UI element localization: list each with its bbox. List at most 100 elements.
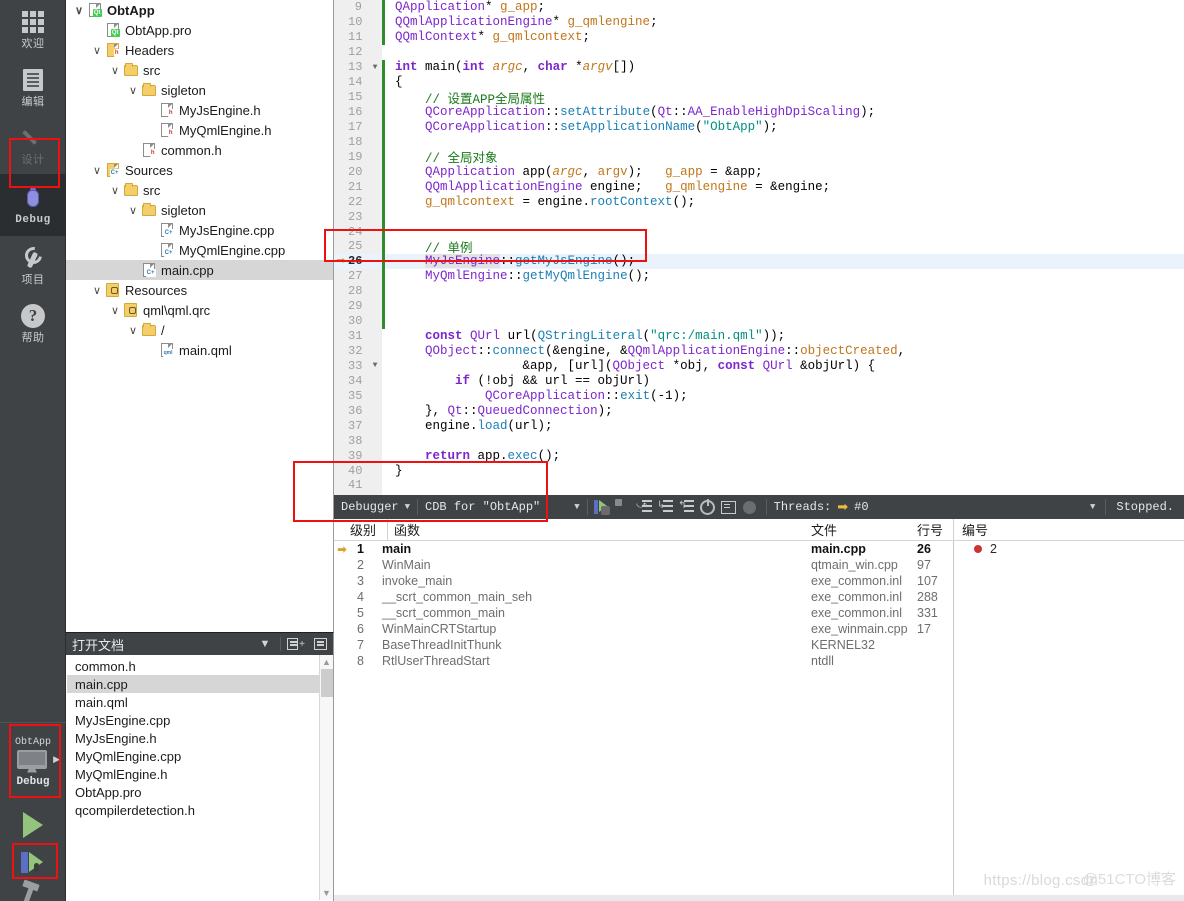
- stack-frame-row[interactable]: 8 RtlUserThreadStart ntdll: [334, 653, 953, 669]
- code-line[interactable]: 22 g_qmlcontext = engine.rootContext();: [334, 194, 1184, 210]
- chevron-down-icon[interactable]: ▼: [256, 635, 274, 653]
- sidebar-item-welcome[interactable]: 欢迎: [0, 0, 66, 58]
- chevron-down-icon[interactable]: [108, 60, 122, 80]
- open-document-item[interactable]: main.qml: [67, 693, 319, 711]
- breakpoint-row[interactable]: 2: [954, 541, 1184, 557]
- code-line[interactable]: 21 QQmlApplicationEngine engine; g_qmlen…: [334, 179, 1184, 195]
- open-document-item[interactable]: ObtApp.pro: [67, 783, 319, 801]
- open-document-item[interactable]: MyJsEngine.h: [67, 729, 319, 747]
- stop-debugger-icon[interactable]: [613, 497, 634, 517]
- tree-item[interactable]: src: [66, 180, 333, 200]
- sidebar-item-projects[interactable]: 项目: [0, 236, 66, 294]
- sidebar-item-debug[interactable]: Debug: [0, 174, 66, 236]
- stack-header-file[interactable]: 文件: [811, 520, 917, 539]
- chevron-down-icon[interactable]: [72, 0, 86, 20]
- chevron-down-icon[interactable]: [108, 180, 122, 200]
- tree-item[interactable]: C+ main.cpp: [66, 260, 333, 280]
- stack-view[interactable]: 级别 函数 文件 行号 ➡ 1 main main.cpp 26 2 WinMain qtma…: [334, 519, 954, 901]
- stack-frame-row[interactable]: 7 BaseThreadInitThunk KERNEL32: [334, 637, 953, 653]
- code-line[interactable]: ➡ 26 MyJsEngine::getMyJsEngine();: [334, 253, 1184, 269]
- continue-debug-icon[interactable]: [592, 497, 613, 517]
- step-out-icon[interactable]: ↰: [676, 497, 697, 517]
- tree-item[interactable]: src: [66, 60, 333, 80]
- code-line[interactable]: 23: [334, 209, 1184, 225]
- tree-item[interactable]: C+Sources: [66, 160, 333, 180]
- open-document-item[interactable]: main.cpp: [67, 675, 319, 693]
- code-line[interactable]: 31 const QUrl url(QStringLiteral("qrc:/m…: [334, 329, 1184, 344]
- sidebar-item-edit[interactable]: 编辑: [0, 58, 66, 116]
- chevron-down-icon[interactable]: [90, 280, 104, 300]
- stack-header-level[interactable]: 级别: [350, 520, 386, 539]
- stack-rows[interactable]: ➡ 1 main main.cpp 26 2 WinMain qtmain_win.cpp 97…: [334, 541, 953, 669]
- fold-toggle-icon[interactable]: ▼: [368, 63, 382, 72]
- open-document-item[interactable]: common.h: [67, 657, 319, 675]
- code-line[interactable]: 38: [334, 433, 1184, 448]
- code-line[interactable]: 29: [334, 298, 1184, 314]
- step-into-icon[interactable]: ↳: [655, 497, 676, 517]
- code-line[interactable]: 33 ▼ &app, [url](QObject *obj, const QUrl…: [334, 359, 1184, 374]
- open-documents-scrollbar[interactable]: ▲ ▼: [319, 655, 333, 900]
- tree-item[interactable]: Qt ObtApp.pro: [66, 20, 333, 40]
- tree-item[interactable]: /: [66, 320, 333, 340]
- code-line[interactable]: 17 QCoreApplication::setApplicationName(…: [334, 119, 1184, 135]
- execution-pointer-icon[interactable]: ➡: [334, 254, 348, 268]
- chevron-down-icon[interactable]: [108, 300, 122, 320]
- code-line[interactable]: 27 MyQmlEngine::getMyQmlEngine();: [334, 268, 1184, 284]
- code-line[interactable]: 15 // 设置APP全局属性: [334, 89, 1184, 107]
- chevron-down-icon[interactable]: [126, 200, 140, 220]
- code-line[interactable]: 32 QObject::connect(&engine, &QQmlApplic…: [334, 344, 1184, 359]
- build-button[interactable]: [0, 880, 66, 901]
- code-line[interactable]: 40}: [334, 463, 1184, 478]
- open-document-item[interactable]: MyJsEngine.cpp: [67, 711, 319, 729]
- stack-frame-row[interactable]: 3 invoke_main exe_common.inl 107: [334, 573, 953, 589]
- chevron-down-icon[interactable]: [90, 160, 104, 180]
- code-line[interactable]: 30: [334, 313, 1184, 329]
- tree-item[interactable]: h MyQmlEngine.h: [66, 120, 333, 140]
- stack-frame-row[interactable]: 4 __scrt_common_main_seh exe_common.inl 288: [334, 589, 953, 605]
- code-line[interactable]: 9 QApplication* g_app;: [334, 0, 1184, 15]
- tree-item[interactable]: qml main.qml: [66, 340, 333, 360]
- chevron-down-icon[interactable]: [126, 80, 140, 100]
- tree-item[interactable]: sigleton: [66, 200, 333, 220]
- stack-header-line[interactable]: 行号: [917, 520, 953, 539]
- code-line[interactable]: 37 engine.load(url);: [334, 418, 1184, 433]
- code-line[interactable]: 36 }, Qt::QueuedConnection);: [334, 403, 1184, 418]
- chevron-down-icon[interactable]: ▼: [405, 502, 410, 512]
- sidebar-item-design[interactable]: 设计: [0, 116, 66, 174]
- sidebar-item-help[interactable]: ? 帮助: [0, 294, 66, 352]
- stack-frame-row[interactable]: 5 __scrt_common_main exe_common.inl 331: [334, 605, 953, 621]
- breakpoints-view[interactable]: 编号 2: [954, 519, 1184, 901]
- code-line[interactable]: 19 // 全局对象: [334, 149, 1184, 166]
- debugger-engine-selector[interactable]: CDB for "ObtApp" ▼: [418, 495, 587, 519]
- code-line[interactable]: 35 QCoreApplication::exit(-1);: [334, 388, 1184, 403]
- tree-item[interactable]: sigleton: [66, 80, 333, 100]
- tree-item[interactable]: C+ MyQmlEngine.cpp: [66, 240, 333, 260]
- record-icon[interactable]: [739, 497, 760, 517]
- tree-item[interactable]: QtObtApp: [66, 0, 333, 20]
- chevron-down-icon[interactable]: ▼: [574, 502, 579, 512]
- chevron-down-icon[interactable]: [126, 320, 140, 340]
- code-line[interactable]: 16 QCoreApplication::setAttribute(Qt::AA…: [334, 104, 1184, 120]
- open-documents-list[interactable]: common.h main.cpp main.qml MyJsEngine.cpp My…: [67, 655, 319, 900]
- tree-item[interactable]: h MyJsEngine.h: [66, 100, 333, 120]
- reset-debugger-icon[interactable]: [697, 497, 718, 517]
- code-line[interactable]: 41: [334, 478, 1184, 493]
- run-button[interactable]: [0, 804, 66, 846]
- code-line[interactable]: 12: [334, 45, 1184, 60]
- code-line[interactable]: 25 // 单例: [334, 239, 1184, 256]
- tree-item[interactable]: Resources: [66, 280, 333, 300]
- tree-item[interactable]: qml\qml.qrc: [66, 300, 333, 320]
- scrollbar-thumb[interactable]: [321, 669, 333, 697]
- split-editor-icon[interactable]: +: [287, 635, 305, 653]
- breakpoints-header-number[interactable]: 编号: [954, 520, 988, 539]
- tree-item[interactable]: C+ MyJsEngine.cpp: [66, 220, 333, 240]
- code-line[interactable]: 39 return app.exec();: [334, 448, 1184, 463]
- code-line[interactable]: 10 QQmlApplicationEngine* g_qmlengine;: [334, 14, 1184, 30]
- code-line[interactable]: 28: [334, 283, 1184, 299]
- project-tree[interactable]: QtObtAppQtObtApp.prohHeaderssrcsigletonh…: [66, 0, 334, 632]
- toggle-panel-icon[interactable]: [718, 497, 739, 517]
- chevron-down-icon[interactable]: ▼: [1090, 502, 1105, 512]
- scroll-up-icon[interactable]: ▲: [322, 657, 331, 667]
- stack-header-function[interactable]: 函数: [386, 520, 811, 539]
- close-split-icon[interactable]: [311, 635, 329, 653]
